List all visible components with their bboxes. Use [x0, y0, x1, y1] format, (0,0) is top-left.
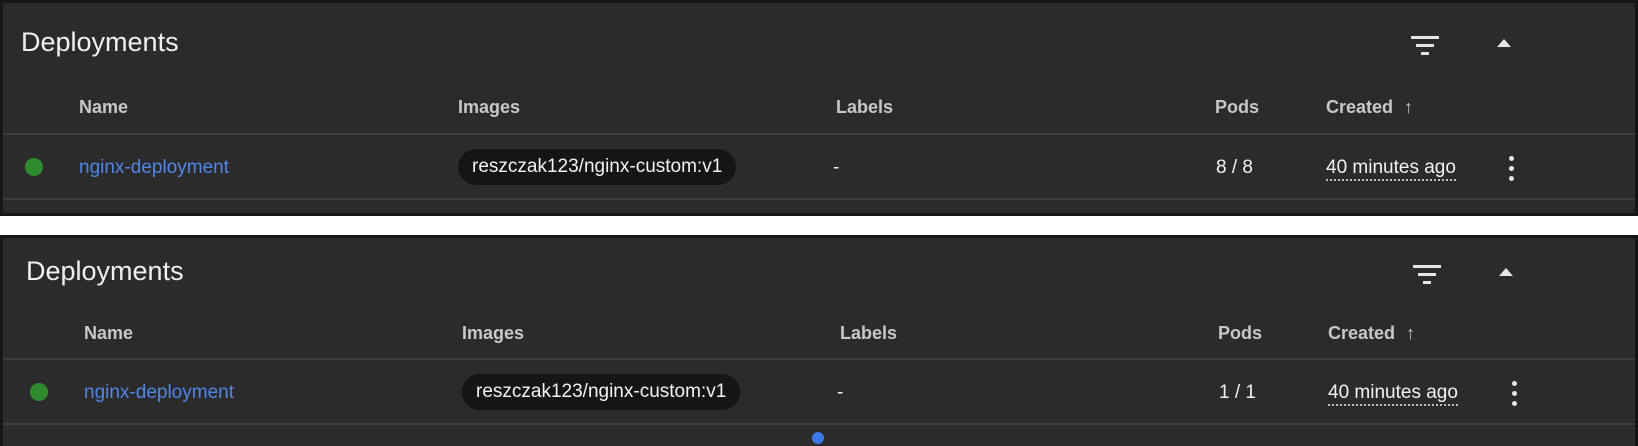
more-vert-icon[interactable] [1509, 156, 1515, 182]
focus-indicator [812, 432, 824, 444]
status-ok-icon [25, 158, 43, 176]
pods-cell: 1 / 1 [1219, 382, 1256, 403]
sort-ascending-icon: ↑ [1406, 323, 1416, 343]
created-time[interactable]: 40 minutes ago [1326, 157, 1456, 181]
labels-cell: - [833, 157, 840, 178]
image-chip: reszczak123/nginx-custom:v1 [458, 149, 737, 185]
column-header-created[interactable]: Created ↑ [1326, 97, 1413, 118]
row-divider [3, 198, 1635, 200]
row-divider [3, 423, 1635, 425]
column-header-images: Images [462, 323, 525, 343]
column-header-name[interactable]: Name [84, 323, 133, 344]
created-time[interactable]: 40 minutes ago [1328, 382, 1458, 406]
image-chip: reszczak123/nginx-custom:v1 [462, 374, 741, 410]
pods-cell: 8 / 8 [1216, 157, 1253, 178]
column-header-labels: Labels [840, 323, 898, 343]
column-header-created[interactable]: Created ↑ [1328, 323, 1415, 344]
filter-icon[interactable] [1413, 263, 1441, 285]
filter-icon[interactable] [1411, 34, 1439, 56]
deployments-panel: Deployments Name Images Labels Pods Crea… [0, 235, 1638, 446]
status-ok-icon [30, 383, 48, 401]
column-header-images: Images [458, 97, 521, 117]
created-header-label: Created [1326, 97, 1394, 117]
column-header-pods[interactable]: Pods [1215, 97, 1259, 118]
deployment-name-link[interactable]: nginx-deployment [79, 157, 229, 179]
chevron-up-icon[interactable] [1496, 37, 1512, 49]
more-vert-icon[interactable] [1512, 381, 1518, 407]
deployment-name-link[interactable]: nginx-deployment [84, 382, 234, 404]
column-header-pods[interactable]: Pods [1218, 323, 1262, 344]
header-divider [3, 133, 1635, 135]
panel-title: Deployments [26, 256, 184, 286]
column-header-name[interactable]: Name [79, 97, 128, 118]
created-header-label: Created [1328, 323, 1396, 343]
sort-ascending-icon: ↑ [1404, 97, 1414, 117]
chevron-up-icon[interactable] [1498, 266, 1514, 278]
deployments-panel: Deployments Name Images Labels Pods Crea… [0, 0, 1638, 216]
column-header-labels: Labels [836, 97, 894, 117]
header-divider [3, 358, 1635, 360]
panel-title: Deployments [21, 27, 179, 57]
labels-cell: - [837, 382, 844, 403]
